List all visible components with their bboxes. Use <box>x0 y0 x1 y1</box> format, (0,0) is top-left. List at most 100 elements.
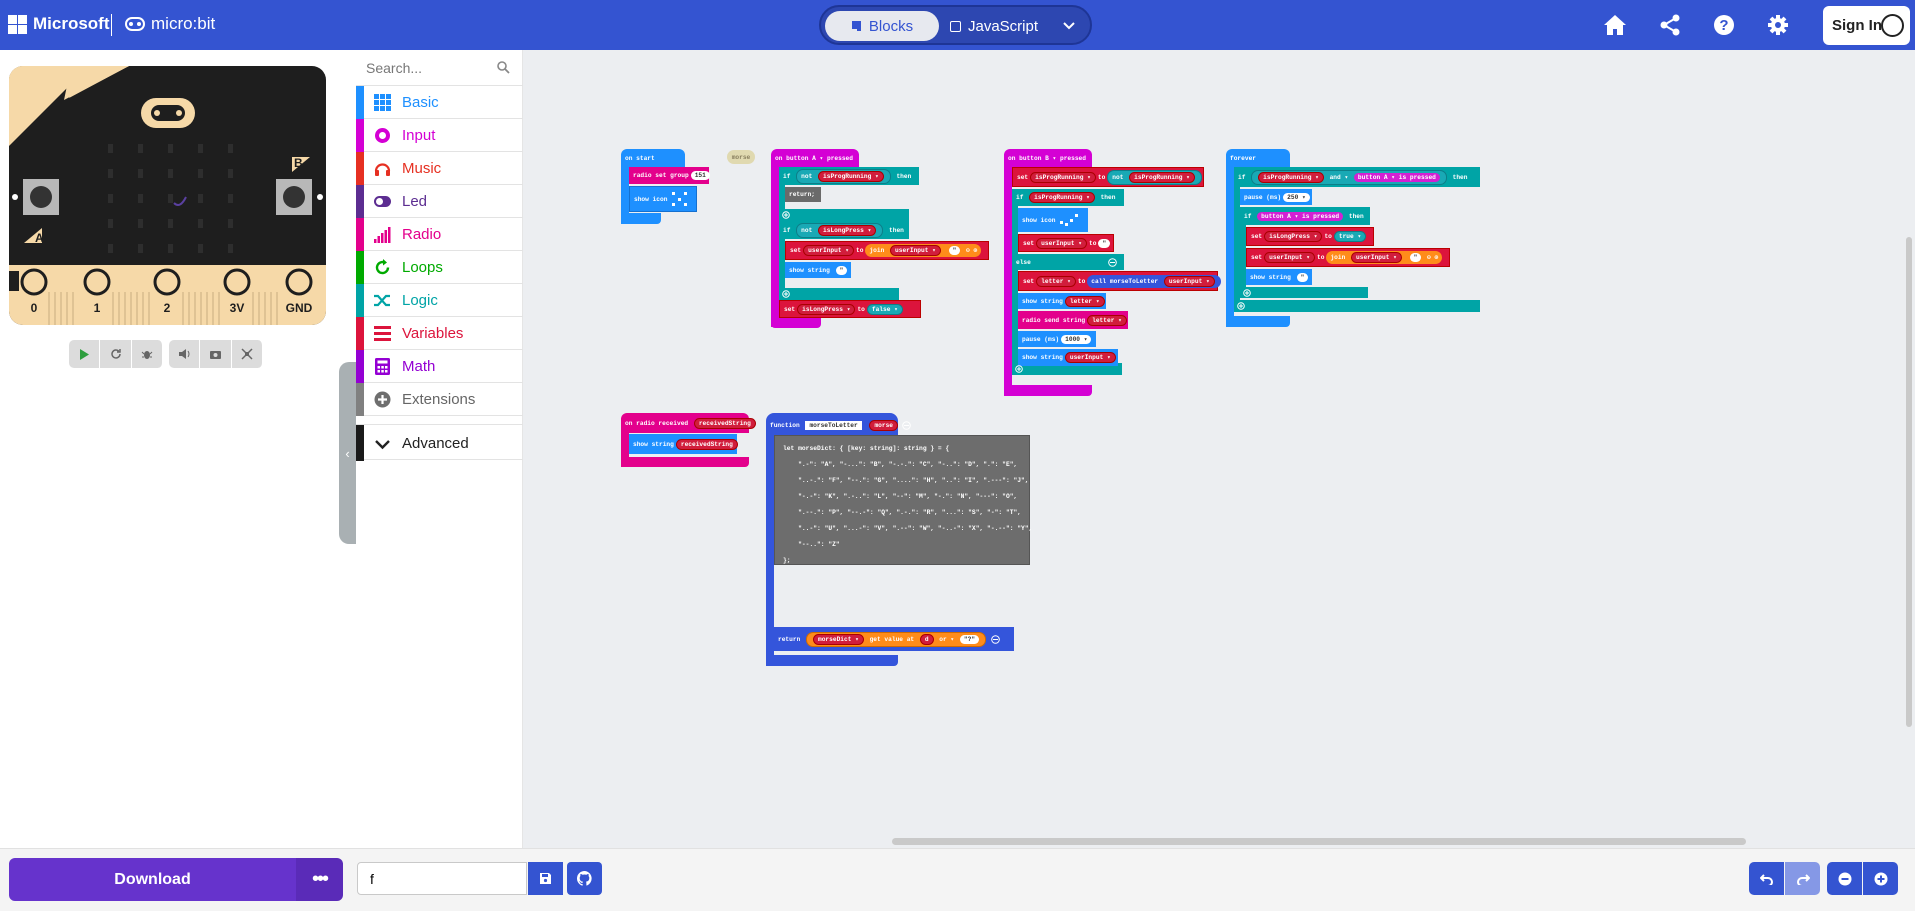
blocks-icon <box>851 21 861 31</box>
category-basic[interactable]: Basic <box>356 86 523 119</box>
zoom-out-button[interactable] <box>1827 862 1862 895</box>
if-not-longpress-block[interactable]: if not isLongPress ▾ then <box>779 221 909 239</box>
category-loops[interactable]: Loops <box>356 251 523 284</box>
return-block[interactable]: return; <box>785 187 821 202</box>
group-value[interactable]: 151 <box>690 171 710 180</box>
add-else-icon[interactable] <box>782 211 790 219</box>
button-b[interactable] <box>276 179 323 215</box>
function-block[interactable]: function morseToLetter morse let morseDi… <box>766 413 1046 666</box>
share-button[interactable] <box>1656 11 1684 39</box>
show-string-block[interactable]: show string " <box>785 262 851 278</box>
return-statement-block[interactable]: return morseDict ▾ get value at d or ▾ "… <box>774 627 1014 651</box>
vertical-scrollbar[interactable] <box>1906 237 1912 727</box>
set-userinput-empty-block[interactable]: set userInput ▾ to " <box>1018 234 1114 252</box>
remove-else-icon[interactable] <box>1108 258 1117 267</box>
horizontal-scrollbar[interactable] <box>892 838 1746 845</box>
github-button[interactable] <box>567 862 602 895</box>
remove-param-icon[interactable] <box>902 420 911 430</box>
if-running-and-pressed-block[interactable]: if isProgRunning ▾ and ▾ button A ▾ is p… <box>1234 167 1480 187</box>
signal-bars-icon <box>374 227 391 243</box>
debug-button[interactable] <box>131 340 164 368</box>
on-button-b-block[interactable]: on button B ▾ pressed set isProgRunning ▾… <box>1004 149 1221 396</box>
blocks-workspace[interactable]: on start radio set group 151 show icon mo… <box>523 50 1915 848</box>
set-running-toggle-block[interactable]: set isProgRunning ▾ to not isProgRunning ▾ <box>1012 167 1204 187</box>
set-userinput-join-block[interactable]: set userInput ▾ to join userInput ▾ " ⊖ ⊕ <box>785 241 989 260</box>
received-string-param[interactable]: receivedString <box>693 417 756 429</box>
category-music[interactable]: Music <box>356 152 523 185</box>
category-advanced[interactable]: Advanced <box>356 424 523 461</box>
help-button[interactable]: ? <box>1710 11 1738 39</box>
category-extensions[interactable]: Extensions <box>356 383 523 416</box>
tab-blocks[interactable]: Blocks <box>825 11 939 41</box>
simulator-controls <box>69 340 264 368</box>
if-button-pressed-block[interactable]: if button A ▾ is pressed then <box>1240 207 1370 225</box>
project-name-input[interactable] <box>357 862 527 895</box>
settings-button[interactable] <box>1764 11 1792 39</box>
led-icon-picker[interactable] <box>671 191 689 207</box>
add-else-icon[interactable] <box>1243 289 1251 297</box>
button-a[interactable] <box>12 179 59 215</box>
mute-button[interactable] <box>168 340 201 368</box>
play-button[interactable] <box>69 340 101 368</box>
category-radio[interactable]: Radio <box>356 218 523 251</box>
led-icon-picker[interactable] <box>1059 213 1081 227</box>
fullscreen-button[interactable] <box>231 340 264 368</box>
on-start-block[interactable]: on start radio set group 151 show icon <box>621 149 710 224</box>
sign-in-button[interactable]: Sign In <box>1823 6 1910 45</box>
show-string-received-block[interactable]: show string receivedString <box>629 434 738 454</box>
category-input-label: Input <box>402 127 436 144</box>
set-longpress-false-block[interactable]: set isLongPress ▾ to false ▾ <box>779 300 921 318</box>
download-button[interactable]: Download <box>9 858 296 901</box>
var-islongpress[interactable]: isLongPress ▾ <box>818 224 877 236</box>
download-more-button[interactable]: ••• <box>296 858 343 901</box>
show-string-letter-block[interactable]: show string letter ▾ <box>1018 293 1106 309</box>
input-icon <box>375 128 390 143</box>
redo-button[interactable] <box>1785 862 1820 895</box>
javascript-icon <box>949 20 961 32</box>
undo-button[interactable] <box>1749 862 1784 895</box>
category-input[interactable]: Input <box>356 119 523 152</box>
set-longpress-true-block[interactable]: set isLongPress ▾ to true ▾ <box>1246 227 1374 246</box>
remove-icon[interactable] <box>991 634 1000 644</box>
add-else-icon[interactable] <box>1015 365 1023 373</box>
on-button-a-block[interactable]: on button A ▾ pressed if not isProgRunni… <box>771 149 989 329</box>
show-icon-block-b[interactable]: show icon <box>1018 208 1088 232</box>
category-led[interactable]: Led <box>356 185 523 218</box>
show-icon-block[interactable]: show icon <box>629 186 697 212</box>
add-else-icon[interactable] <box>782 290 790 298</box>
radio-send-string-block[interactable]: radio send string letter ▾ <box>1018 311 1128 329</box>
home-button[interactable] <box>1601 11 1629 39</box>
zoom-in-button[interactable] <box>1863 862 1898 895</box>
category-math[interactable]: Math <box>356 350 523 383</box>
screenshot-button[interactable] <box>200 340 232 368</box>
javascript-code-block[interactable]: let morseDict: { [key: string]: string }… <box>774 435 1032 565</box>
set-letter-call-block[interactable]: set letter ▾ to call morseToLetter userInpu… <box>1018 271 1221 291</box>
function-name[interactable]: morseToLetter <box>805 420 862 430</box>
category-logic[interactable]: Logic <box>356 284 523 317</box>
save-button[interactable] <box>528 862 563 895</box>
category-variables[interactable]: Variables <box>356 317 523 350</box>
microbit-board: A B 0 1 2 3V GND <box>9 66 326 325</box>
forever-block[interactable]: forever if isProgRunning ▾ and ▾ button … <box>1226 149 1480 327</box>
collapse-simulator-handle[interactable]: ‹ <box>339 362 356 544</box>
search-input[interactable] <box>366 58 486 78</box>
pause-250-block[interactable]: pause (ms) 250 ▾ <box>1240 189 1312 205</box>
show-string-userinput-block[interactable]: show string userInput ▾ <box>1018 349 1118 366</box>
simulator-panel: A B 0 1 2 3V GND <box>0 50 356 848</box>
editor-dropdown[interactable] <box>1051 11 1087 41</box>
set-userinput-join-block-2[interactable]: set userInput ▾ to join userInput ▾ " ⊖ ⊕ <box>1246 248 1450 267</box>
pause-block[interactable]: pause (ms) 1000 ▾ <box>1018 331 1096 347</box>
restart-button[interactable] <box>100 340 132 368</box>
tab-javascript[interactable]: JavaScript <box>939 11 1049 41</box>
var-isprogrunning[interactable]: isProgRunning ▾ <box>818 170 884 182</box>
radio-set-group-block[interactable]: radio set group 151 <box>629 167 710 184</box>
search-icon[interactable] <box>497 61 510 74</box>
show-string-block-2[interactable]: show string " <box>1246 269 1312 285</box>
refresh-icon <box>110 349 121 359</box>
function-param[interactable]: morse <box>869 419 899 431</box>
on-radio-received-block[interactable]: on radio received receivedString show st… <box>621 413 756 467</box>
collapsed-morse-block[interactable]: morse <box>727 150 755 164</box>
if-not-running-block[interactable]: if not isProgRunning ▾ then <box>779 167 919 185</box>
if-running-block[interactable]: if isProgRunning ▾ then <box>1012 189 1124 206</box>
add-else-icon[interactable] <box>1237 302 1245 310</box>
